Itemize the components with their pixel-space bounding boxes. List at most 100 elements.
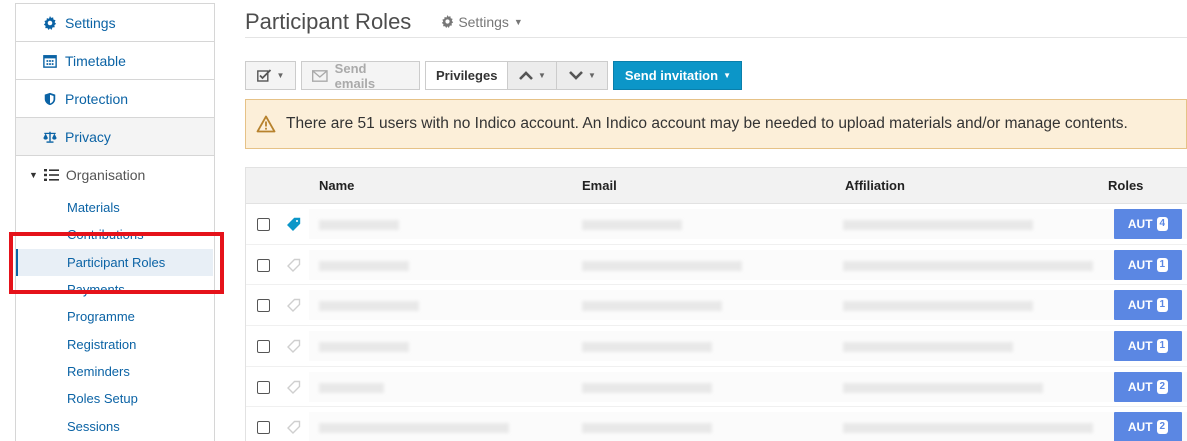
role-badge[interactable]: AUT 4 [1114,209,1182,239]
row-background [309,371,1187,402]
sidebar-menu: Settings Timetable Protection Privacy ▼ … [15,3,215,441]
sidebar-item-timetable[interactable]: Timetable [16,42,214,80]
row-checkbox[interactable] [257,218,270,231]
settings-dropdown[interactable]: Settings ▼ [441,14,523,30]
main-content: Participant Roles Settings ▼ ▼ Send emai… [245,0,1187,441]
table-row[interactable]: AUT 2 [246,407,1187,441]
grant-privileges-dropdown[interactable]: ▼ [508,61,558,90]
redacted-name [319,301,419,312]
role-badge[interactable]: AUT 2 [1114,412,1182,441]
table-row[interactable]: AUT 2 [246,367,1187,408]
role-badge[interactable]: AUT 1 [1114,290,1182,321]
table-row[interactable]: AUT 1 [246,326,1187,367]
role-count: 2 [1156,420,1169,435]
sidebar-item-contributions[interactable]: Contributions [16,221,214,248]
sidebar-item-privacy[interactable]: Privacy [16,118,214,156]
privileges-button[interactable]: Privileges [425,61,509,90]
row-checkbox[interactable] [257,380,270,394]
sidebar-item-label: Protection [65,90,129,107]
redacted-email [582,382,712,393]
tag-icon[interactable] [287,380,301,399]
sidebar-item-reminders[interactable]: Reminders [16,358,214,385]
organisation-submenu: Materials Contributions Participant Role… [16,194,214,440]
redacted-name [319,220,399,230]
redacted-email [582,220,682,230]
select-dropdown-button[interactable]: ▼ [245,61,296,90]
role-count: 2 [1156,379,1169,394]
chevron-down-icon [569,71,583,80]
role-badge[interactable]: AUT 2 [1114,371,1182,402]
participants-table: Name Email Affiliation Roles AUT 4 AUT 1 AUT… [245,167,1187,441]
chevron-up-icon [519,71,533,80]
sidebar-item-settings[interactable]: Settings [16,4,214,42]
sidebar-item-roles-setup[interactable]: Roles Setup [16,385,214,412]
tag-icon[interactable] [287,217,301,236]
sidebar-item-materials[interactable]: Materials [16,194,214,221]
table-row[interactable]: AUT 1 [246,245,1187,286]
caret-down-icon: ▼ [513,16,523,27]
row-checkbox[interactable] [257,421,270,435]
sidebar-group-organisation[interactable]: ▼ Organisation [16,156,214,194]
sidebar-item-label: Privacy [65,128,111,145]
page-title: Participant Roles [245,8,412,34]
warning-message: There are 51 users with no Indico accoun… [245,99,1187,149]
redacted-name [319,382,384,393]
role-count: 1 [1156,257,1169,272]
send-invitation-label: Send invitation [624,68,719,83]
revoke-privileges-dropdown[interactable]: ▼ [557,61,609,90]
row-checkbox[interactable] [257,299,270,313]
role-badge[interactable]: AUT 1 [1114,331,1182,362]
sidebar-item-protection[interactable]: Protection [16,80,214,118]
role-count: 1 [1156,298,1169,313]
table-row[interactable]: AUT 4 [246,204,1187,245]
page-header: Participant Roles Settings ▼ [245,0,1187,38]
send-emails-button[interactable]: Send emails [301,61,420,91]
tag-icon[interactable] [287,420,301,439]
row-checkbox[interactable] [257,258,270,272]
row-background [309,290,1187,321]
tag-icon[interactable] [287,258,301,277]
redacted-affiliation [843,260,1093,271]
checkbox-icon [256,69,271,82]
sidebar-item-sessions[interactable]: Sessions [16,412,214,439]
column-header-affiliation[interactable]: Affiliation [845,178,905,193]
column-header-name[interactable]: Name [319,178,354,193]
shield-icon [42,91,58,107]
toolbar: ▼ Send emails Privileges ▼ ▼ Send invita… [245,61,743,91]
role-badge[interactable]: AUT 1 [1114,249,1182,280]
redacted-email [582,301,722,312]
redacted-affiliation [843,382,1043,393]
sidebar-item-participant-roles[interactable]: Participant Roles [16,248,213,276]
redacted-name [319,260,409,271]
column-header-roles[interactable]: Roles [1108,178,1143,193]
role-label: AUT [1127,379,1153,394]
tag-icon[interactable] [287,298,301,317]
table-row[interactable]: AUT 1 [246,285,1187,327]
table-header: Name Email Affiliation Roles [246,168,1187,204]
tag-icon[interactable] [287,339,301,358]
redacted-affiliation [843,220,1033,230]
redacted-affiliation [843,342,1013,353]
sidebar-item-label: Settings [65,14,116,31]
sidebar-group-label: Organisation [65,167,146,183]
privileges-label: Privileges [436,68,498,83]
send-invitation-button[interactable]: Send invitation ▼ [613,61,743,90]
sidebar-item-registration[interactable]: Registration [16,330,214,357]
warning-text: There are 51 users with no Indico accoun… [286,115,1128,132]
role-count: 4 [1156,217,1169,231]
gear-icon [442,15,454,28]
role-label: AUT [1127,257,1153,272]
redacted-email [582,260,742,271]
caret-down-icon: ▼ [537,71,546,80]
role-label: AUT [1127,298,1153,313]
column-header-email[interactable]: Email [582,178,617,193]
role-count: 1 [1156,339,1169,354]
list-icon [43,168,59,182]
sidebar-item-programme[interactable]: Programme [16,303,214,330]
sidebar-item-payments[interactable]: Payments [16,276,214,303]
role-label: AUT [1127,339,1153,354]
caret-down-icon: ▼ [587,71,596,80]
row-background [309,209,1187,239]
settings-label: Settings [458,13,509,30]
row-checkbox[interactable] [257,340,270,354]
